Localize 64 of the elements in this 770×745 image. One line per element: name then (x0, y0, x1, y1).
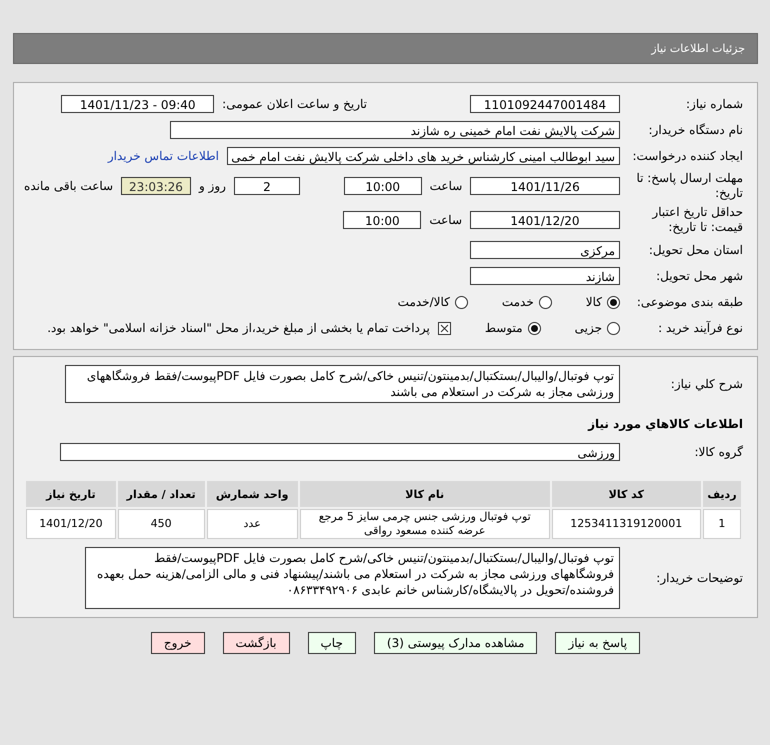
table-cell: 1 (702, 509, 741, 539)
field-label: نوع فرآیند خرید : (657, 320, 743, 336)
text-field[interactable]: 1401/12/20 (470, 211, 620, 229)
text-field[interactable]: 2 (234, 177, 300, 195)
radio-button[interactable] (454, 296, 468, 308)
radio-button[interactable] (538, 296, 552, 308)
radio-label: متوسط (484, 321, 523, 335)
action-button[interactable]: خروج (150, 632, 204, 654)
field-label: ساعت (429, 213, 462, 227)
text-field[interactable]: 10:00 (343, 211, 422, 229)
description-field: توپ فوتبال/والیبال/بستکتبال/بدمینتون/تنیس خاکی/شرح کامل بصورت فایل PDFپیوست/فقط فروشگاههای ورزشی مجاز به شرکت در استعلام می باشند (65, 365, 620, 403)
radio-label: جزیی (574, 321, 602, 335)
table-cell: توپ فوتبال ورزشی جنس چرمی سایز 5 مرجع عرضه کننده مسعود رواقی (300, 509, 550, 539)
column-header: واحد شمارش (206, 481, 298, 507)
text-field[interactable]: 1401/11/26 (470, 177, 620, 195)
checkbox-label: پرداخت تمام یا بخشی از مبلغ خرید،از محل "اسناد خزانه اسلامی" خواهد بود. (47, 321, 430, 335)
radio-button[interactable] (528, 322, 541, 334)
field-label: گروه کالا: (694, 444, 743, 460)
countdown-field: 23:03:26 (121, 177, 191, 195)
field-label: روز و (198, 179, 226, 193)
field-label: شرح کلي نیاز: (670, 376, 743, 392)
action-button[interactable]: پاسخ به نیاز (555, 632, 640, 654)
radio-label: کالا (586, 295, 602, 309)
column-header: نام کالا (300, 481, 550, 507)
text-field[interactable]: شرکت پالایش نفت امام خمینی ره شازند (170, 121, 620, 139)
radio-label: خدمت (502, 295, 534, 309)
table-cell: عدد (206, 509, 298, 539)
buyer-notes-field: توپ فوتبال/والیبال/بستکتبال/بدمینتون/تنیس خاکی/شرح کامل بصورت فایل PDFپیوست/فقط فروشگاههای ورزشی مجاز به شرکت در استعلام می باشند/پیشنهاد فنی و مالی الزامی/هزینه حمل بعهده فروشنده/تحویل در پالایشگاه/کارشناس خانم عابدی ۰۸۶۳۳۴۹۲۹۰۶ (85, 547, 620, 609)
column-header: تعداد / مقدار (118, 481, 205, 507)
text-field[interactable]: شازند (470, 267, 620, 285)
field-label: حداقل تاریخ اعتبار قیمت: تا تاریخ: (650, 205, 743, 235)
field-label: تاریخ و ساعت اعلان عمومی: (222, 97, 367, 111)
field-label: شماره نیاز: (685, 96, 743, 112)
table-cell: 1253411319120001 (552, 509, 701, 539)
table-cell: 450 (118, 509, 205, 539)
action-button[interactable]: مشاهده مدارک پیوستی (3) (374, 632, 538, 654)
field-label: مهلت ارسال پاسخ: تا تاریخ: (635, 171, 743, 201)
text-field[interactable]: 1401/11/23 - 09:40 (61, 95, 214, 113)
field-label: ایجاد کننده درخواست: (631, 148, 743, 164)
text-field[interactable]: ورزشی (60, 443, 620, 461)
field-label: ساعت (430, 179, 462, 193)
action-button[interactable]: چاپ (308, 632, 356, 654)
column-header: تاریخ نیاز (26, 481, 116, 507)
column-header: کد کالا (552, 481, 701, 507)
text-field[interactable]: 10:00 (344, 177, 422, 195)
section-heading: اطلاعات کالاهاي مورد نیاز (586, 417, 743, 431)
radio-label: کالا/خدمت (398, 295, 450, 309)
field-label: ساعت باقی مانده (24, 179, 114, 193)
buyer-contact-link[interactable]: اطلاعات تماس خریدار (108, 149, 219, 163)
field-label: استان محل تحویل: (648, 242, 743, 258)
text-field[interactable]: سید ابوطالب امینی کارشناس خرید های داخلی شرکت پالایش نفت امام خمی (227, 147, 620, 165)
radio-button[interactable] (607, 322, 620, 334)
field-label: توضیحات خریدار: (655, 570, 743, 586)
column-header: ردیف (702, 481, 741, 507)
checkbox[interactable] (438, 322, 451, 334)
page-title: جزئیات اطلاعات نیاز (651, 42, 745, 55)
radio-button[interactable] (607, 296, 620, 308)
field-label: نام دستگاه خریدار: (648, 122, 743, 138)
text-field[interactable]: 1101092447001484 (470, 95, 620, 113)
table-cell: 1401/12/20 (26, 509, 116, 539)
action-button[interactable]: بازگشت (222, 632, 290, 654)
field-label: شهر محل تحویل: (655, 268, 743, 284)
field-label: طبقه بندی موضوعی: (636, 294, 743, 310)
text-field[interactable]: مرکزی (470, 241, 620, 259)
